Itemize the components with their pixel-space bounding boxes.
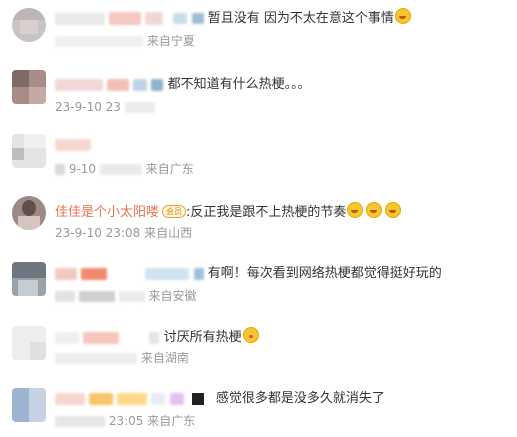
blurred-username bbox=[107, 78, 130, 91]
comment-text: 有啊！每次看到网络热梗都觉得挺好玩的 bbox=[207, 266, 442, 281]
blurred-username bbox=[145, 267, 190, 280]
blurred-username bbox=[191, 13, 204, 24]
blurred-username bbox=[55, 78, 103, 91]
blurred-username bbox=[123, 331, 146, 344]
blurred-date bbox=[99, 164, 142, 175]
comment-date: 23-9-10 23:08 bbox=[55, 226, 141, 240]
comment-date: 23:05 bbox=[108, 414, 144, 428]
blurred-username bbox=[83, 331, 120, 344]
blurred-date bbox=[55, 36, 143, 47]
blurred-username bbox=[169, 392, 184, 405]
comment-location: 来自广东 bbox=[145, 162, 194, 176]
avatar[interactable] bbox=[12, 388, 46, 422]
blurred-username bbox=[55, 138, 91, 151]
comment-location: 来自广东 bbox=[147, 414, 196, 428]
laugh-cry-emoji bbox=[394, 8, 411, 24]
blurred-username bbox=[109, 12, 142, 25]
laugh-cry-emoji bbox=[347, 202, 364, 218]
blurred-username bbox=[193, 267, 204, 280]
blurred-username bbox=[81, 267, 108, 280]
avatar[interactable] bbox=[12, 262, 46, 296]
comment-location: 来自山西 bbox=[144, 226, 193, 240]
blurred-username bbox=[89, 392, 114, 405]
blurred-date bbox=[124, 102, 155, 113]
comment-text: 暂且没有 因为不太在意这个事情 bbox=[207, 11, 394, 26]
blurred-date bbox=[55, 164, 65, 175]
blurred-date bbox=[118, 291, 145, 302]
blurred-username bbox=[151, 392, 166, 405]
blurred-date bbox=[55, 353, 137, 364]
laugh-cry-emoji bbox=[366, 202, 383, 218]
blurred-username bbox=[149, 331, 160, 344]
blurred-username bbox=[55, 12, 105, 25]
blurred-username bbox=[55, 267, 77, 280]
comment-date: 23-9-10 23 bbox=[55, 100, 121, 114]
comment-location: 来自湖南 bbox=[140, 351, 189, 365]
blurred-username bbox=[191, 392, 204, 405]
avatar[interactable] bbox=[12, 196, 46, 230]
username[interactable]: 佳佳是个小太阳喽 bbox=[55, 205, 159, 220]
blurred-date bbox=[55, 291, 75, 302]
blurred-username bbox=[173, 13, 188, 24]
vip-badge: 会员 bbox=[162, 205, 187, 218]
avatar[interactable] bbox=[12, 134, 46, 168]
comment-location: 来自安徽 bbox=[148, 289, 197, 303]
blurred-username bbox=[133, 78, 148, 91]
blurred-username bbox=[151, 78, 164, 91]
laugh-cry-emoji bbox=[385, 202, 402, 218]
kiss-emoji bbox=[242, 327, 259, 343]
blurred-username bbox=[55, 331, 79, 344]
comment-location: 来自宁夏 bbox=[146, 34, 195, 48]
comment-text: 感觉很多都是没多久就消失了 bbox=[215, 391, 385, 406]
avatar[interactable] bbox=[12, 8, 46, 42]
blurred-date bbox=[78, 291, 115, 302]
blurred-date bbox=[55, 416, 105, 427]
blurred-username bbox=[111, 267, 142, 280]
comment-text: 讨厌所有热梗 bbox=[163, 330, 242, 345]
comment-date: 9-10 bbox=[68, 162, 97, 176]
comment-text: :反正我是跟不上热梗的节奏 bbox=[186, 205, 347, 220]
comment-text: 都不知道有什么热梗。。。 bbox=[167, 77, 311, 92]
avatar[interactable] bbox=[12, 326, 46, 360]
blurred-username bbox=[55, 392, 85, 405]
avatar[interactable] bbox=[12, 70, 46, 104]
blurred-username bbox=[145, 12, 164, 25]
blurred-username bbox=[117, 392, 148, 405]
